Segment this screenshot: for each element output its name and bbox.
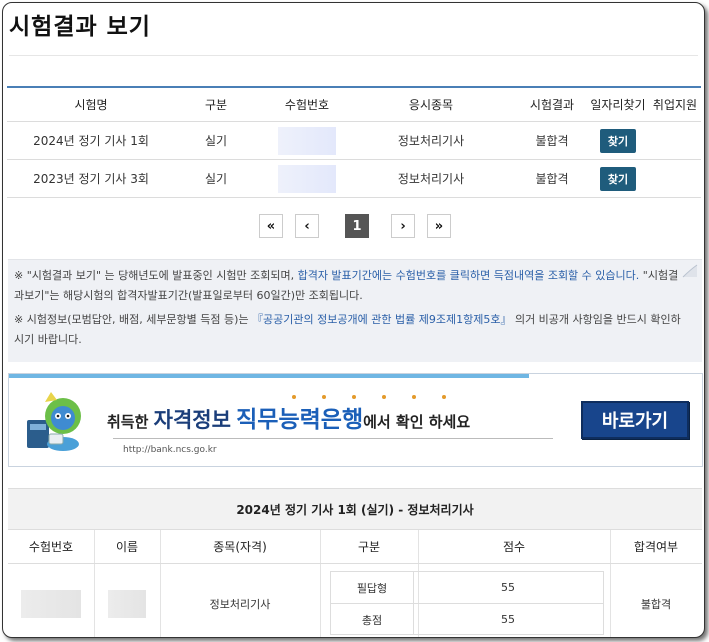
- col-qualification: 종목(자격): [160, 530, 321, 563]
- score-row: 필답형 55: [331, 572, 603, 603]
- score-value: 55: [501, 581, 515, 594]
- col-result: 시험결과: [529, 98, 575, 112]
- banner-highlight-1: 자격정보: [153, 408, 231, 432]
- exam-name: 2023년 정기 기사 3회: [33, 172, 149, 186]
- exam-name: 2024년 정기 기사 1회: [33, 134, 149, 148]
- score-row: 총점 55: [331, 603, 603, 635]
- masked-number: [21, 590, 81, 618]
- col-number: 수험번호: [284, 98, 330, 112]
- notice-highlight: 합격자 발표기간에는 수험번호를 클릭하면 득점내역을 조회할 수 있습니다.: [297, 269, 640, 282]
- col-score: 점수: [418, 530, 611, 563]
- detail-caption: 2024년 정기 기사 1회 (실기) - 정보처리기사: [8, 488, 702, 529]
- exam-type: 실기: [204, 172, 228, 186]
- col-pass: 합격여부: [633, 540, 679, 554]
- score-label: 총점: [331, 604, 414, 635]
- notice-box: ※ "시험결과 보기" 는 당해년도에 발표중인 시험만 조회되며, 합격자 발…: [8, 259, 702, 362]
- banner-underline: [113, 438, 553, 439]
- detail-header-row: 수험번호 이름 종목(자격) 구분 점수 합격여부: [8, 529, 702, 564]
- masked-number[interactable]: [278, 126, 336, 155]
- col-find-job: 일자리찾기: [590, 98, 646, 112]
- find-job-cell: 찾기: [587, 160, 649, 197]
- banner-stripe: [9, 374, 529, 378]
- page-title: 시험결과 보기: [9, 14, 151, 40]
- support-cell: [649, 122, 701, 159]
- banner-message: 취득한 자격정보 직무능력은행에서 확인 하세요: [107, 400, 470, 434]
- result-page: 시험결과 보기 시험명 구분 수험번호 응시종목 시험결과 일자리찾기 취업지원…: [2, 2, 705, 638]
- table-row: 2024년 정기 기사 1회 실기 정보처리기사 불합격 찾기: [7, 122, 701, 160]
- col-subject: 응시종목: [408, 98, 454, 112]
- pagination: « ‹ 1 › »: [259, 214, 463, 238]
- banner-url: http://bank.ncs.go.kr: [123, 445, 217, 455]
- masked-number[interactable]: [278, 164, 336, 193]
- notice-line-1: ※ "시험결과 보기" 는 당해년도에 발표중인 시험만 조회되며, 합격자 발…: [14, 266, 684, 306]
- notice-mark: ※: [14, 313, 24, 326]
- exam-subject: 정보처리기사: [397, 134, 465, 148]
- first-page-button[interactable]: «: [259, 214, 283, 238]
- exam-subject: 정보처리기사: [397, 172, 465, 186]
- notice-line-2: ※ 시험정보(모범답안, 배점, 세부문항별 득점 등)는 『공공기관의 정보공…: [14, 310, 684, 350]
- table-row: 2023년 정기 기사 3회 실기 정보처리기사 불합격 찾기: [7, 160, 701, 198]
- banner-post: 에서 확인 하세요: [363, 413, 471, 431]
- page-curl-icon: [682, 264, 698, 278]
- score-label: 필답형: [331, 572, 414, 603]
- col-category: 구분: [320, 530, 419, 563]
- support-cell: [649, 160, 701, 197]
- ncs-bank-banner[interactable]: 취득한 자격정보 직무능력은행에서 확인 하세요 http://bank.ncs…: [8, 373, 703, 467]
- current-page[interactable]: 1: [345, 214, 369, 238]
- find-job-cell: 찾기: [587, 122, 649, 159]
- prev-page-button[interactable]: ‹: [295, 214, 319, 238]
- find-job-button[interactable]: 찾기: [599, 166, 637, 191]
- find-job-button[interactable]: 찾기: [599, 128, 637, 153]
- mascot-icon: [27, 392, 81, 451]
- results-header-row: 시험명 구분 수험번호 응시종목 시험결과 일자리찾기 취업지원: [7, 88, 701, 122]
- banner-pre: 취득한: [107, 413, 154, 431]
- col-exam-name: 시험명: [74, 98, 108, 112]
- go-button[interactable]: 바로가기: [581, 401, 689, 439]
- last-page-button[interactable]: »: [427, 214, 451, 238]
- col-name: 이름: [94, 530, 161, 563]
- results-table: 시험명 구분 수험번호 응시종목 시험결과 일자리찾기 취업지원 2024년 정…: [7, 86, 701, 198]
- exam-number[interactable]: [257, 122, 357, 159]
- exam-result: 불합격: [535, 134, 569, 148]
- score-breakdown: 필답형 55 총점 55: [330, 571, 604, 635]
- col-number: 수험번호: [8, 530, 95, 563]
- notice-mark: ※: [14, 269, 24, 282]
- banner-highlight-2: 직무능력은행: [236, 407, 364, 433]
- exam-type: 실기: [204, 134, 228, 148]
- score-detail: 2024년 정기 기사 1회 (실기) - 정보처리기사 수험번호 이름 종목(…: [8, 488, 702, 637]
- notice-text: 시험정보(모범답안, 배점, 세부문항별 득점 등)는: [26, 313, 253, 326]
- notice-text: "시험결과 보기" 는 당해년도에 발표중인 시험만 조회되며,: [26, 269, 298, 282]
- detail-subject: 정보처리기사: [160, 564, 321, 637]
- next-page-button[interactable]: ›: [391, 214, 415, 238]
- title-divider: [9, 55, 698, 56]
- exam-result: 불합격: [535, 172, 569, 186]
- col-support: 취업지원: [652, 98, 698, 112]
- detail-row: 정보처리기사 불합격 필답형 55 총점 55: [8, 564, 702, 637]
- masked-name: [108, 590, 146, 618]
- detail-number: [8, 564, 95, 637]
- score-value: 55: [501, 613, 515, 626]
- exam-number[interactable]: [257, 160, 357, 197]
- detail-name: [94, 564, 161, 637]
- notice-highlight: 『공공기관의 정보공개에 관한 법률 제9조제1항제5호』: [252, 313, 512, 326]
- detail-pass: 불합격: [640, 598, 672, 611]
- col-type: 구분: [204, 98, 228, 112]
